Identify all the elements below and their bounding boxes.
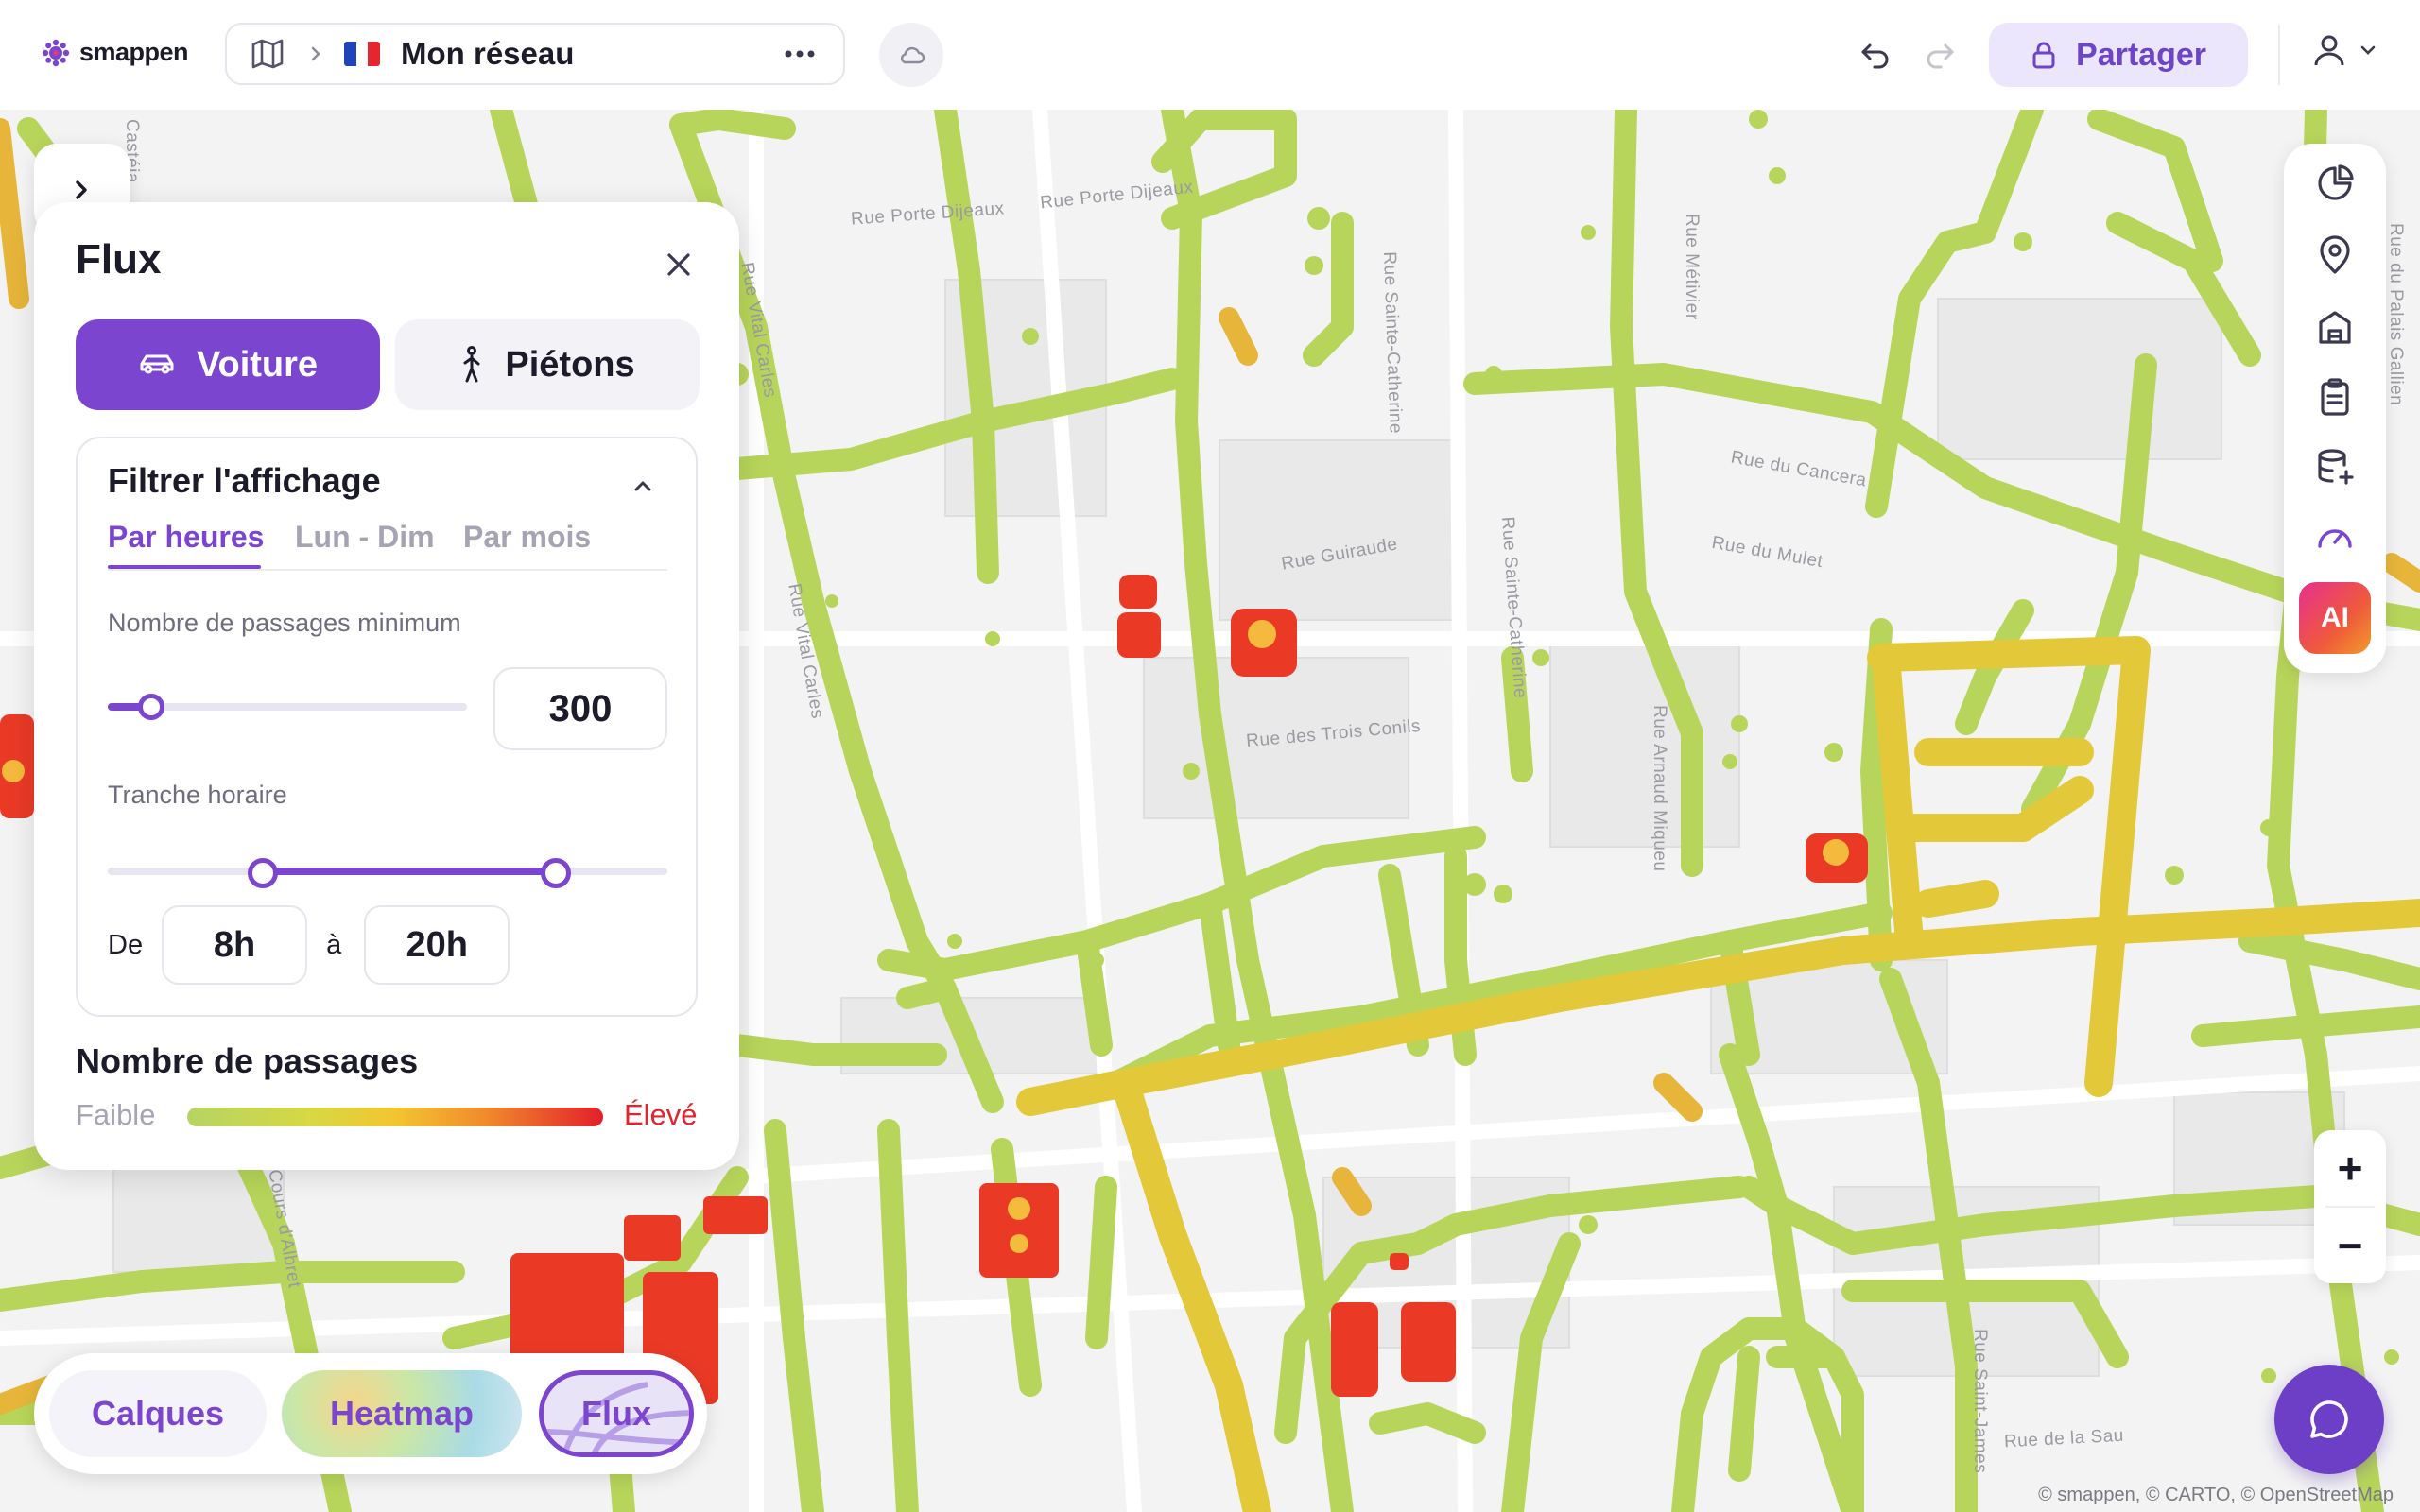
map-icon[interactable] — [250, 36, 285, 72]
from-hour-input[interactable]: 8h — [162, 905, 308, 985]
layer-flux-button[interactable]: Flux — [539, 1370, 694, 1457]
from-label: De — [108, 929, 144, 960]
chevron-right-icon — [311, 46, 320, 61]
brand-logo[interactable]: smappen — [42, 38, 189, 67]
legend-gradient — [187, 1108, 603, 1126]
mode-car-button[interactable]: Voiture — [76, 319, 380, 410]
share-button[interactable]: Partager — [1989, 23, 2248, 87]
tab-lun-dim[interactable]: Lun - Dim — [295, 520, 435, 555]
active-tab-indicator — [108, 565, 261, 569]
tab-par-mois[interactable]: Par mois — [463, 520, 591, 555]
time-range-fill — [259, 868, 556, 875]
street-label: Rue Métivier — [1682, 214, 1702, 320]
min-passages-label: Nombre de passages minimum — [108, 609, 461, 637]
tab-par-heures[interactable]: Par heures — [108, 520, 264, 555]
chevron-up-icon[interactable] — [631, 474, 654, 497]
filter-tabs: Par heures Lun - Dim Par mois — [108, 514, 667, 571]
filter-section: Filtrer l'affichage Par heures Lun - Dim… — [76, 437, 698, 1017]
database-add-icon[interactable] — [2314, 446, 2356, 488]
filter-title: Filtrer l'affichage — [108, 461, 381, 500]
map-attribution[interactable]: © smappen, © CARTO, © OpenStreetMap — [2038, 1485, 2394, 1506]
cloud-sync-button[interactable] — [879, 23, 943, 87]
user-icon — [2314, 35, 2344, 66]
mode-car-label: Voiture — [196, 344, 319, 385]
chat-bubble-icon — [2310, 1400, 2348, 1438]
legend-low-label: Faible — [76, 1098, 156, 1131]
clipboard-icon[interactable] — [2314, 376, 2356, 418]
layer-calques-button[interactable]: Calques — [49, 1370, 267, 1457]
divider — [2278, 25, 2280, 85]
project-title[interactable]: Mon réseau — [401, 36, 574, 72]
min-passages-slider-handle[interactable] — [138, 694, 164, 720]
share-label: Partager — [2076, 36, 2206, 73]
lock-icon — [2032, 42, 2055, 69]
layer-heatmap-button[interactable]: Heatmap — [282, 1370, 522, 1457]
street-label: Rue Arnaud Miqueu — [1650, 705, 1669, 872]
pedestrian-icon — [463, 346, 480, 383]
logo-icon — [42, 39, 70, 66]
ai-assistant-button[interactable]: AI — [2299, 582, 2371, 654]
mode-pedestrian-label: Piétons — [505, 344, 635, 385]
layer-flux-label: Flux — [580, 1394, 651, 1433]
legend-title: Nombre de passages — [76, 1041, 419, 1080]
cloud-icon — [900, 46, 925, 64]
legend-high-label: Élevé — [624, 1098, 698, 1131]
time-range-label: Tranche horaire — [108, 781, 287, 809]
france-flag-icon — [344, 42, 380, 66]
zoom-divider — [2325, 1206, 2375, 1208]
zoom-in-button[interactable]: + — [2314, 1132, 2386, 1204]
chevron-down-icon — [2360, 45, 2376, 55]
time-range-start-handle[interactable] — [248, 858, 278, 888]
brand-name: smappen — [79, 38, 189, 66]
gauge-icon[interactable] — [2314, 516, 2356, 558]
pie-chart-icon[interactable] — [2314, 163, 2356, 204]
zoom-out-button[interactable]: − — [2314, 1210, 2386, 1281]
project-breadcrumb[interactable]: Mon réseau — [225, 23, 845, 85]
min-passages-input[interactable]: 300 — [493, 667, 667, 750]
undo-icon[interactable] — [1857, 36, 1894, 74]
close-icon[interactable] — [664, 249, 694, 280]
street-label: Rue Saint-James — [1970, 1329, 1990, 1474]
car-icon — [140, 354, 174, 374]
layer-heatmap-label: Heatmap — [329, 1394, 475, 1433]
building-icon[interactable] — [2314, 306, 2356, 348]
chat-button[interactable] — [2274, 1365, 2384, 1474]
map-pin-icon[interactable] — [2314, 234, 2356, 276]
flux-panel: Flux Voiture Piétons Filtrer l'affichage… — [34, 202, 739, 1170]
right-toolbar: AI — [2284, 144, 2386, 673]
to-label: à — [326, 929, 342, 960]
to-hour-input[interactable]: 20h — [364, 905, 510, 985]
street-label: Rue du Palais Gallien — [2386, 223, 2406, 406]
redo-icon[interactable] — [1921, 36, 1959, 74]
mode-pedestrian-button[interactable]: Piétons — [395, 319, 700, 410]
time-range-end-handle[interactable] — [541, 858, 571, 888]
top-bar: smappen Mon réseau Partager — [0, 0, 2420, 110]
more-options-icon[interactable] — [781, 40, 819, 68]
panel-title: Flux — [76, 236, 162, 283]
time-range-inputs: De 8h à 20h — [108, 905, 510, 985]
chevron-right-icon — [76, 180, 87, 199]
layer-calques-label: Calques — [91, 1394, 225, 1433]
zoom-controls: + − — [2314, 1130, 2386, 1283]
user-menu[interactable] — [2312, 32, 2377, 68]
layer-switcher: Calques Heatmap Flux — [34, 1353, 707, 1474]
